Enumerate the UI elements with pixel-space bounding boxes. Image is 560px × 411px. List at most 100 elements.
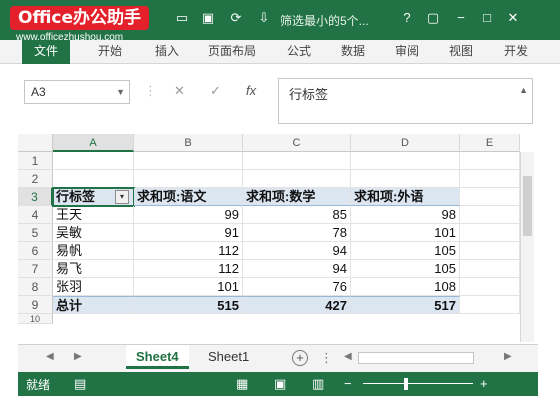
tab-page-layout[interactable]: 页面布局: [198, 40, 266, 64]
save-icon[interactable]: ▣: [200, 10, 216, 26]
value-cell[interactable]: 105: [351, 260, 460, 278]
add-sheet-icon[interactable]: +: [292, 350, 308, 366]
customize-qat-icon[interactable]: ⇩: [256, 10, 272, 26]
cell[interactable]: [460, 152, 520, 170]
cell[interactable]: [460, 260, 520, 278]
name-cell[interactable]: 张羽: [53, 278, 134, 296]
column-header-b[interactable]: B: [134, 134, 243, 152]
value-cell[interactable]: 112: [134, 242, 243, 260]
cell[interactable]: [53, 170, 134, 188]
row-header-9[interactable]: 9: [18, 296, 53, 314]
maximize-button[interactable]: □: [478, 9, 496, 27]
header-chinese[interactable]: 求和项:语文: [134, 188, 243, 206]
next-sheet-icon[interactable]: ▶: [74, 351, 82, 362]
sheet-tab-sheet1[interactable]: Sheet1: [198, 345, 259, 369]
cell[interactable]: [460, 224, 520, 242]
cell[interactable]: [351, 152, 460, 170]
vertical-scrollbar[interactable]: [520, 152, 534, 342]
name-box[interactable]: A3 ▼: [24, 80, 130, 104]
value-cell[interactable]: 108: [351, 278, 460, 296]
tab-data[interactable]: 数据: [334, 40, 372, 64]
value-cell[interactable]: 94: [243, 242, 351, 260]
row-header-8[interactable]: 8: [18, 278, 53, 296]
sheet-tab-sheet4[interactable]: Sheet4: [126, 345, 189, 369]
cell[interactable]: [134, 152, 243, 170]
header-english[interactable]: 求和项:外语: [351, 188, 460, 206]
cell[interactable]: [460, 242, 520, 260]
help-button[interactable]: ?: [398, 9, 416, 27]
value-cell[interactable]: 78: [243, 224, 351, 242]
ribbon-display-icon[interactable]: ▢: [424, 9, 442, 27]
tab-file[interactable]: 文件: [22, 40, 70, 64]
scroll-thumb[interactable]: [523, 176, 532, 236]
macro-record-icon[interactable]: ▤: [74, 376, 86, 392]
chevron-down-icon[interactable]: ▼: [116, 81, 125, 103]
total-value[interactable]: 517: [351, 296, 460, 314]
zoom-slider-thumb[interactable]: [404, 378, 408, 390]
open-folder-icon[interactable]: ▭: [174, 10, 190, 26]
zoom-out-icon[interactable]: −: [344, 376, 352, 391]
filter-dropdown-icon[interactable]: ▾: [115, 190, 129, 204]
scroll-right-icon[interactable]: ▶: [504, 351, 512, 362]
value-cell[interactable]: 99: [134, 206, 243, 224]
value-cell[interactable]: 112: [134, 260, 243, 278]
cell[interactable]: [460, 206, 520, 224]
row-header-4[interactable]: 4: [18, 206, 53, 224]
tab-developer[interactable]: 开发: [496, 40, 536, 64]
value-cell[interactable]: 94: [243, 260, 351, 278]
cell[interactable]: [243, 170, 351, 188]
expand-formula-icon[interactable]: ▲: [519, 85, 528, 95]
row-header-2[interactable]: 2: [18, 170, 53, 188]
tab-review[interactable]: 审阅: [388, 40, 426, 64]
row-header-3[interactable]: 3: [18, 188, 53, 206]
header-math[interactable]: 求和项:数学: [243, 188, 351, 206]
row-header-7[interactable]: 7: [18, 260, 53, 278]
close-button[interactable]: ✕: [504, 9, 522, 27]
column-header-d[interactable]: D: [351, 134, 460, 152]
cell[interactable]: [351, 170, 460, 188]
formula-input[interactable]: 行标签 ▲: [278, 78, 533, 124]
row-header-6[interactable]: 6: [18, 242, 53, 260]
total-value[interactable]: 427: [243, 296, 351, 314]
value-cell[interactable]: 101: [134, 278, 243, 296]
prev-sheet-icon[interactable]: ◀: [46, 351, 54, 362]
cell[interactable]: [460, 170, 520, 188]
select-all-corner[interactable]: [18, 134, 53, 152]
tab-formulas[interactable]: 公式: [280, 40, 318, 64]
value-cell[interactable]: 76: [243, 278, 351, 296]
row-header-10[interactable]: 10: [18, 314, 53, 324]
normal-view-icon[interactable]: ▦: [236, 376, 248, 392]
row-header-1[interactable]: 1: [18, 152, 53, 170]
worksheet-grid[interactable]: A B C D E 1 2 3 4 5 6 7 8 9 10 行标签 ▾ 求和项…: [18, 134, 538, 344]
page-break-view-icon[interactable]: ▥: [312, 376, 324, 392]
cancel-icon[interactable]: ✕: [174, 83, 185, 99]
total-value[interactable]: 515: [134, 296, 243, 314]
cell[interactable]: [460, 278, 520, 296]
insert-function-icon[interactable]: fx: [246, 83, 256, 98]
cell[interactable]: [53, 152, 134, 170]
value-cell[interactable]: 105: [351, 242, 460, 260]
cell[interactable]: [134, 170, 243, 188]
refresh-icon[interactable]: ⟳: [228, 10, 244, 26]
horizontal-scrollbar[interactable]: [358, 352, 474, 364]
enter-icon[interactable]: ✓: [210, 83, 221, 99]
value-cell[interactable]: 101: [351, 224, 460, 242]
tab-view[interactable]: 视图: [442, 40, 480, 64]
name-cell[interactable]: 易帆: [53, 242, 134, 260]
cell[interactable]: [460, 188, 520, 206]
name-cell[interactable]: 王天: [53, 206, 134, 224]
zoom-in-icon[interactable]: +: [480, 376, 488, 391]
minimize-button[interactable]: −: [452, 9, 470, 27]
value-cell[interactable]: 91: [134, 224, 243, 242]
column-header-e[interactable]: E: [460, 134, 520, 152]
cell[interactable]: [243, 152, 351, 170]
value-cell[interactable]: 85: [243, 206, 351, 224]
scroll-left-icon[interactable]: ◀: [344, 351, 352, 362]
row-labels-cell[interactable]: 行标签 ▾: [52, 187, 135, 207]
zoom-slider[interactable]: [363, 383, 473, 384]
tab-home[interactable]: 开始: [88, 40, 132, 64]
total-label[interactable]: 总计: [53, 296, 134, 314]
row-header-5[interactable]: 5: [18, 224, 53, 242]
tab-insert[interactable]: 插入: [145, 40, 189, 64]
page-layout-view-icon[interactable]: ▣: [274, 376, 286, 392]
